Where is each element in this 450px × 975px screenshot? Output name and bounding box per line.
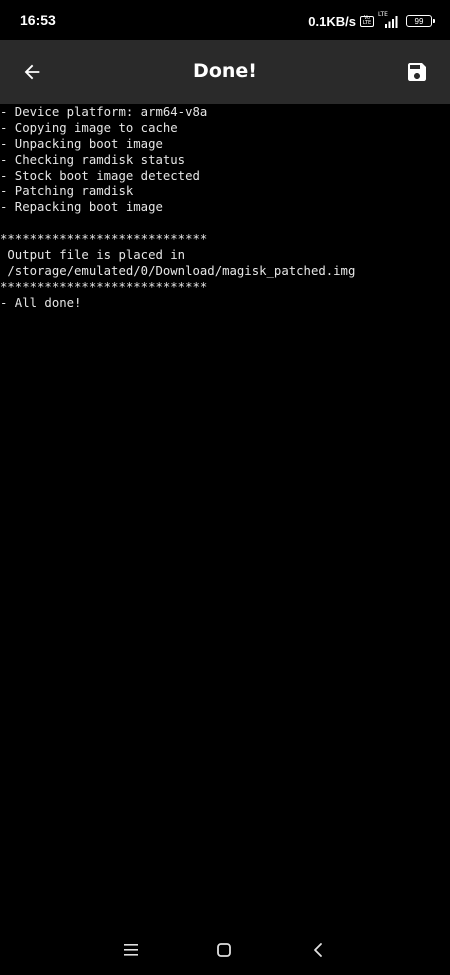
console-output[interactable]: - Device platform: arm64-v8a - Copying im…	[0, 104, 450, 924]
battery-level: 99	[414, 16, 424, 26]
menu-icon	[124, 944, 138, 956]
console-line: Output file is placed in	[0, 248, 186, 263]
save-log-button[interactable]	[402, 57, 432, 87]
signal-icon: LTE	[378, 11, 400, 28]
console-line: - All done!	[0, 295, 82, 310]
volte-icon: Vo LTE	[360, 15, 374, 27]
system-back-button[interactable]	[306, 938, 330, 962]
status-icons: 0.1KB/s Vo LTE LTE 99	[308, 11, 435, 30]
console-line: - Unpacking boot image	[0, 136, 163, 151]
save-icon	[408, 63, 426, 81]
home-icon	[217, 943, 231, 957]
network-speed: 0.1KB/s	[308, 13, 356, 29]
navigation-bar	[0, 924, 450, 975]
chevron-left-icon	[314, 943, 322, 957]
recent-apps-button[interactable]	[119, 938, 143, 962]
page-title: Done!	[193, 60, 257, 82]
console-line: - Checking ramdisk status	[0, 152, 186, 167]
console-lines: - Device platform: arm64-v8a - Copying im…	[0, 104, 450, 312]
console-line: - Device platform: arm64-v8a	[0, 105, 208, 119]
battery-icon: 99	[406, 15, 435, 27]
console-line: ****************************	[0, 232, 208, 247]
console-line: - Copying image to cache	[0, 120, 178, 135]
console-line: - Patching ramdisk	[0, 184, 134, 199]
console-line: ****************************	[0, 279, 208, 294]
status-time: 16:53	[20, 12, 56, 28]
console-line: /storage/emulated/0/Download/magisk_patc…	[0, 263, 356, 278]
status-bar: 16:53 0.1KB/s Vo LTE LTE 99	[0, 0, 450, 40]
console-line: - Repacking boot image	[0, 200, 163, 215]
toolbar: Done!	[0, 40, 450, 104]
console-line: - Stock boot image detected	[0, 168, 200, 183]
home-button[interactable]	[212, 938, 236, 962]
volte-label: Vo LTE	[362, 15, 372, 26]
